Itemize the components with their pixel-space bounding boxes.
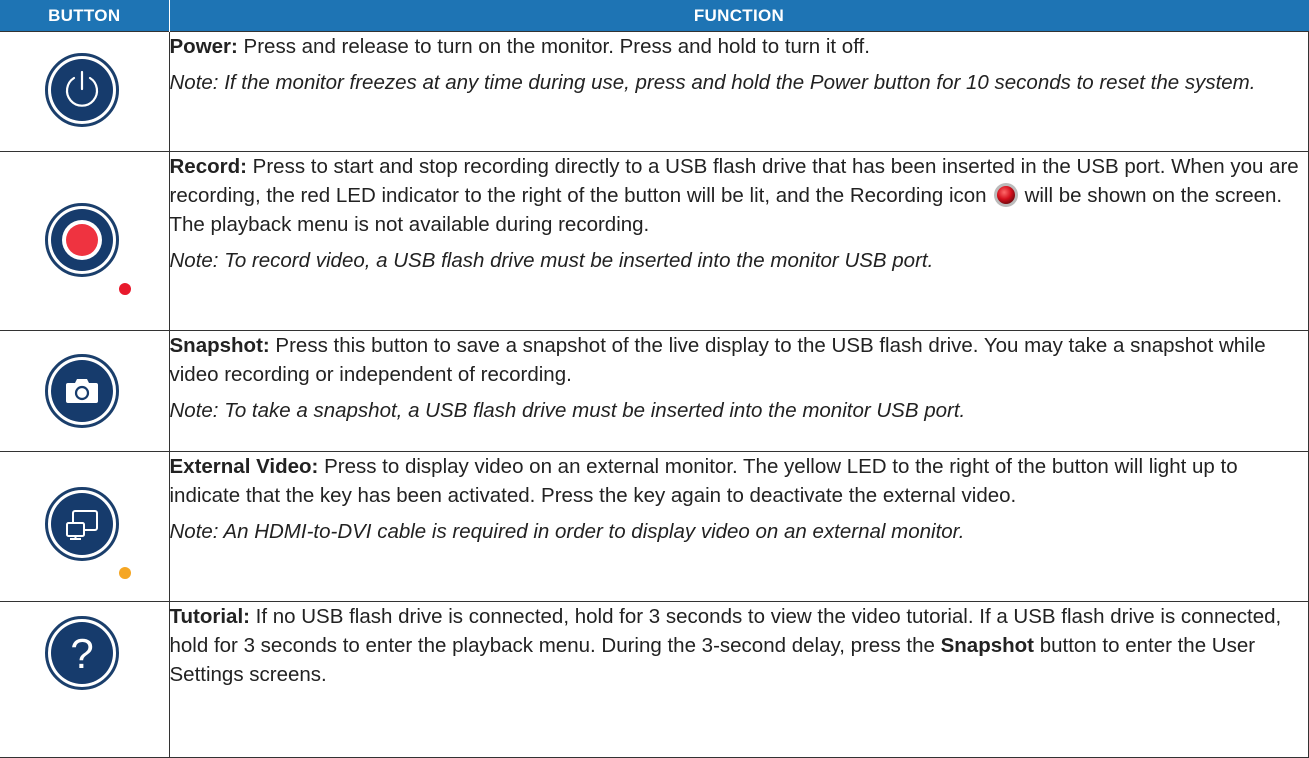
icon-cell: ? — [0, 601, 170, 758]
row-note: Note: If the monitor freezes at any time… — [169, 71, 1256, 94]
icon-cell — [0, 31, 170, 152]
row-text: Press this button to save a snapshot of … — [169, 334, 1266, 386]
question-mark-icon: ? — [70, 630, 93, 677]
table-row-record: Record: Press to start and stop recordin… — [0, 151, 1309, 331]
icon-cell — [0, 330, 170, 452]
external-video-button — [45, 487, 119, 561]
button-function-table: BUTTON FUNCTION Power: Press and release… — [0, 0, 1309, 758]
header-button: BUTTON — [0, 0, 169, 32]
row-title: Snapshot: — [169, 334, 270, 357]
icon-cell — [0, 451, 170, 602]
row-title: Tutorial: — [169, 605, 250, 628]
record-icon — [62, 220, 102, 260]
header-function: FUNCTION — [168, 0, 1309, 32]
icon-cell — [0, 151, 170, 331]
power-button — [45, 53, 119, 127]
snapshot-button — [45, 354, 119, 428]
table-row-snapshot: Snapshot: Press this button to save a sn… — [0, 330, 1309, 452]
row-title: External Video: — [169, 455, 319, 478]
record-button — [45, 203, 119, 277]
table-row-tutorial: ? Tutorial: If no USB flash drive is con… — [0, 601, 1309, 758]
row-text: Press to display video on an external mo… — [169, 455, 1238, 507]
row-title: Power: — [169, 35, 238, 58]
function-cell: Power: Press and release to turn on the … — [168, 31, 1309, 152]
row-note: Note: An HDMI-to-DVI cable is required i… — [169, 520, 965, 543]
row-note: Note: To take a snapshot, a USB flash dr… — [169, 399, 966, 422]
function-cell: Tutorial: If no USB flash drive is conne… — [168, 601, 1309, 758]
row-title: Record: — [169, 155, 247, 178]
function-cell: Snapshot: Press this button to save a sn… — [168, 330, 1309, 452]
red-led-indicator — [119, 283, 131, 295]
function-cell: External Video: Press to display video o… — [168, 451, 1309, 602]
snapshot-keyword: Snapshot — [940, 634, 1035, 657]
function-cell: Record: Press to start and stop recordin… — [168, 151, 1309, 331]
tutorial-button: ? — [45, 616, 119, 690]
row-note: Note: To record video, a USB flash drive… — [169, 249, 934, 272]
svg-text:?: ? — [70, 630, 93, 677]
table-row-power: Power: Press and release to turn on the … — [0, 31, 1309, 152]
yellow-led-indicator — [119, 567, 131, 579]
external-display-icon — [66, 510, 98, 540]
table-row-external-video: External Video: Press to display video o… — [0, 451, 1309, 602]
row-text: Press and release to turn on the monitor… — [237, 35, 870, 58]
camera-icon — [66, 379, 98, 403]
recording-icon — [993, 183, 1018, 207]
table-header-row: BUTTON FUNCTION — [0, 0, 1309, 32]
power-icon — [65, 70, 99, 107]
